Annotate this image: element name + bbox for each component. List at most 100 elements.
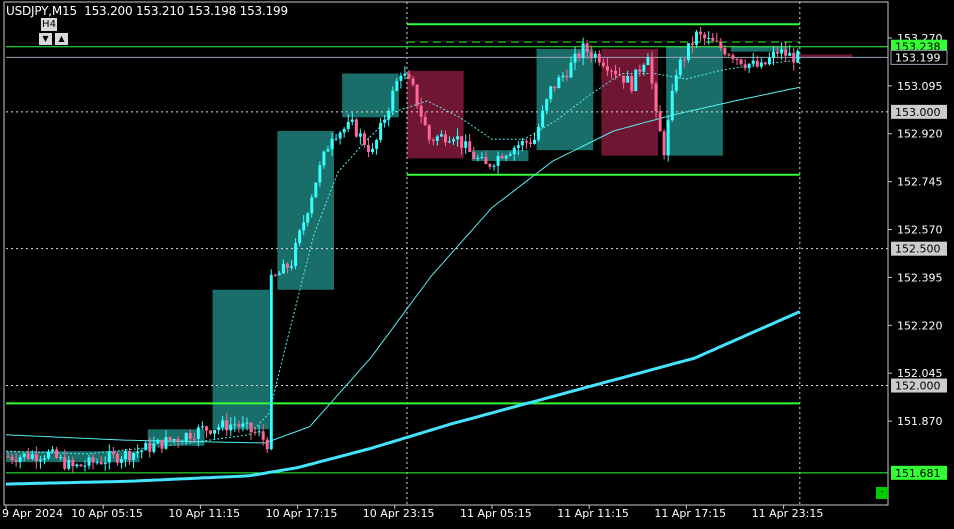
candle-body: [622, 75, 626, 83]
candle-body: [164, 437, 168, 449]
candle-body: [407, 73, 411, 79]
candle-body: [614, 70, 618, 75]
candle-body: [395, 80, 399, 91]
price-label-text: 152.000: [895, 380, 941, 393]
candle-body: [638, 69, 642, 72]
candle-body: [253, 431, 257, 433]
candle-body: [318, 165, 322, 183]
candle-body: [350, 119, 354, 122]
candle-body: [686, 43, 690, 60]
candle-body: [452, 139, 456, 142]
y-tick-label: 152.045: [897, 367, 943, 380]
candle-body: [788, 52, 792, 56]
candle-body: [739, 59, 743, 65]
candle-body: [314, 182, 318, 198]
candle-body: [55, 449, 59, 458]
candle-body: [200, 426, 204, 428]
candle-body: [184, 433, 188, 442]
candle-body: [63, 457, 67, 469]
candle-body: [419, 105, 423, 117]
candle-body: [472, 151, 476, 159]
candle-body: [30, 454, 34, 459]
candle-body: [755, 60, 759, 67]
candle-body: [87, 457, 91, 466]
h4-box-11: [795, 54, 853, 58]
candle-body: [484, 157, 488, 165]
current-price-label: 153.199: [895, 51, 941, 64]
candle-body: [83, 465, 87, 467]
candle-body: [634, 69, 638, 92]
candle-body: [34, 454, 38, 461]
candle-body: [225, 420, 229, 431]
candle-body: [176, 439, 180, 442]
candle-body: [14, 459, 18, 462]
candle-body: [67, 460, 71, 469]
candle-body: [168, 437, 172, 441]
candle-body: [75, 464, 79, 467]
candle-body: [366, 145, 370, 153]
candle-body: [508, 154, 512, 156]
minimize-button[interactable]: -: [876, 487, 888, 499]
candle-body: [796, 50, 800, 63]
price-chart[interactable]: 153.270153.095152.920152.745152.570152.3…: [0, 0, 954, 525]
candle-body: [735, 58, 739, 60]
candle-body: [140, 450, 144, 452]
candle-body: [759, 62, 763, 67]
candle-body: [763, 62, 767, 65]
candle-body: [265, 439, 269, 450]
candle-body: [281, 263, 285, 274]
candle-body: [601, 62, 605, 67]
candle-body: [435, 136, 439, 141]
candle-body: [42, 458, 46, 460]
candle-body: [51, 449, 55, 452]
candle-body: [306, 213, 310, 223]
timeframe-down-button[interactable]: ▼: [39, 33, 52, 45]
timeframe-up-button[interactable]: ▲: [55, 33, 68, 45]
candle-body: [585, 43, 589, 53]
candle-body: [379, 122, 383, 140]
candle-body: [172, 439, 176, 441]
candle-body: [26, 453, 30, 459]
candle-body: [528, 142, 532, 144]
candle-body: [476, 157, 480, 159]
candle-body: [91, 457, 95, 463]
price-label-text: 151.681: [895, 467, 941, 480]
candle-body: [666, 120, 670, 156]
symbol-label: USDJPY,M15: [6, 4, 77, 18]
candle-body: [160, 439, 164, 449]
candle-body: [119, 459, 123, 463]
candle-body: [196, 427, 200, 439]
candle-body: [573, 53, 577, 63]
candle-body: [581, 43, 585, 59]
candle-body: [537, 126, 541, 140]
candle-body: [646, 57, 650, 66]
candle-body: [362, 133, 366, 146]
candle-body: [6, 456, 10, 458]
chart-area[interactable]: 153.270 153.095 152.920 152.745 152.570 152.3…: [0, 0, 954, 525]
candle-body: [298, 230, 302, 244]
bid-ask-quote: 153.200 153.210 153.198 153.199: [84, 4, 288, 18]
candle-body: [504, 155, 508, 159]
candle-body: [10, 456, 14, 460]
candle-body: [456, 136, 460, 140]
candle-body: [650, 57, 654, 84]
x-tick-label: 10 Apr 23:15: [363, 507, 435, 520]
candle-body: [439, 134, 443, 137]
price-label-text: 152.500: [895, 243, 941, 256]
candle-body: [249, 422, 253, 432]
candle-body: [128, 451, 132, 461]
candle-body: [557, 77, 561, 89]
y-tick-label: 152.745: [897, 176, 943, 189]
candle-body: [338, 132, 342, 139]
candle-body: [674, 75, 678, 91]
candle-body: [516, 145, 520, 148]
x-tick-label: 11 Apr 23:15: [752, 507, 824, 520]
candle-body: [715, 40, 719, 42]
candle-body: [751, 60, 755, 64]
candle-body: [375, 139, 379, 149]
candle-body: [496, 155, 500, 166]
h4-box-2: [212, 289, 270, 430]
candle-body: [695, 31, 699, 45]
candle-body: [99, 462, 103, 465]
candle-body: [123, 451, 127, 460]
